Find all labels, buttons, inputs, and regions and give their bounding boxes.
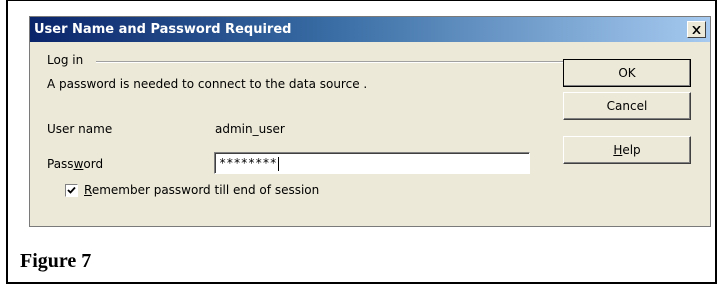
help-rest: elp [622, 143, 641, 157]
checkmark-icon [67, 186, 76, 194]
password-label: Password [47, 157, 103, 171]
password-input[interactable]: ******** [214, 152, 530, 174]
password-value: ******** [219, 156, 277, 170]
remember-checkbox[interactable] [65, 184, 78, 197]
dialog-title: User Name and Password Required [34, 22, 292, 37]
login-dialog: User Name and Password Required Log in A… [29, 16, 711, 227]
close-button[interactable] [687, 21, 706, 38]
group-divider [96, 61, 576, 63]
help-accesskey: H [613, 143, 623, 157]
message-text: A password is needed to connect to the d… [47, 77, 368, 91]
text-caret [277, 156, 279, 171]
dialog-titlebar[interactable]: User Name and Password Required [30, 17, 710, 42]
password-label-post: ord [83, 157, 104, 171]
help-button[interactable]: Help [563, 136, 691, 164]
username-value: admin_user [215, 122, 285, 136]
remember-accesskey: R [84, 183, 92, 197]
remember-label[interactable]: Remember password till end of session [84, 183, 319, 197]
cancel-button[interactable]: Cancel [563, 92, 691, 120]
remember-rest: emember password till end of session [91, 183, 320, 197]
password-label-accesskey: w [73, 157, 84, 171]
ok-button[interactable]: OK [563, 59, 691, 87]
group-label: Log in [47, 53, 84, 67]
password-label-pre: Pass [47, 157, 74, 171]
close-icon [692, 25, 701, 34]
figure-caption: Figure 7 [20, 250, 92, 272]
username-label: User name [47, 122, 113, 136]
